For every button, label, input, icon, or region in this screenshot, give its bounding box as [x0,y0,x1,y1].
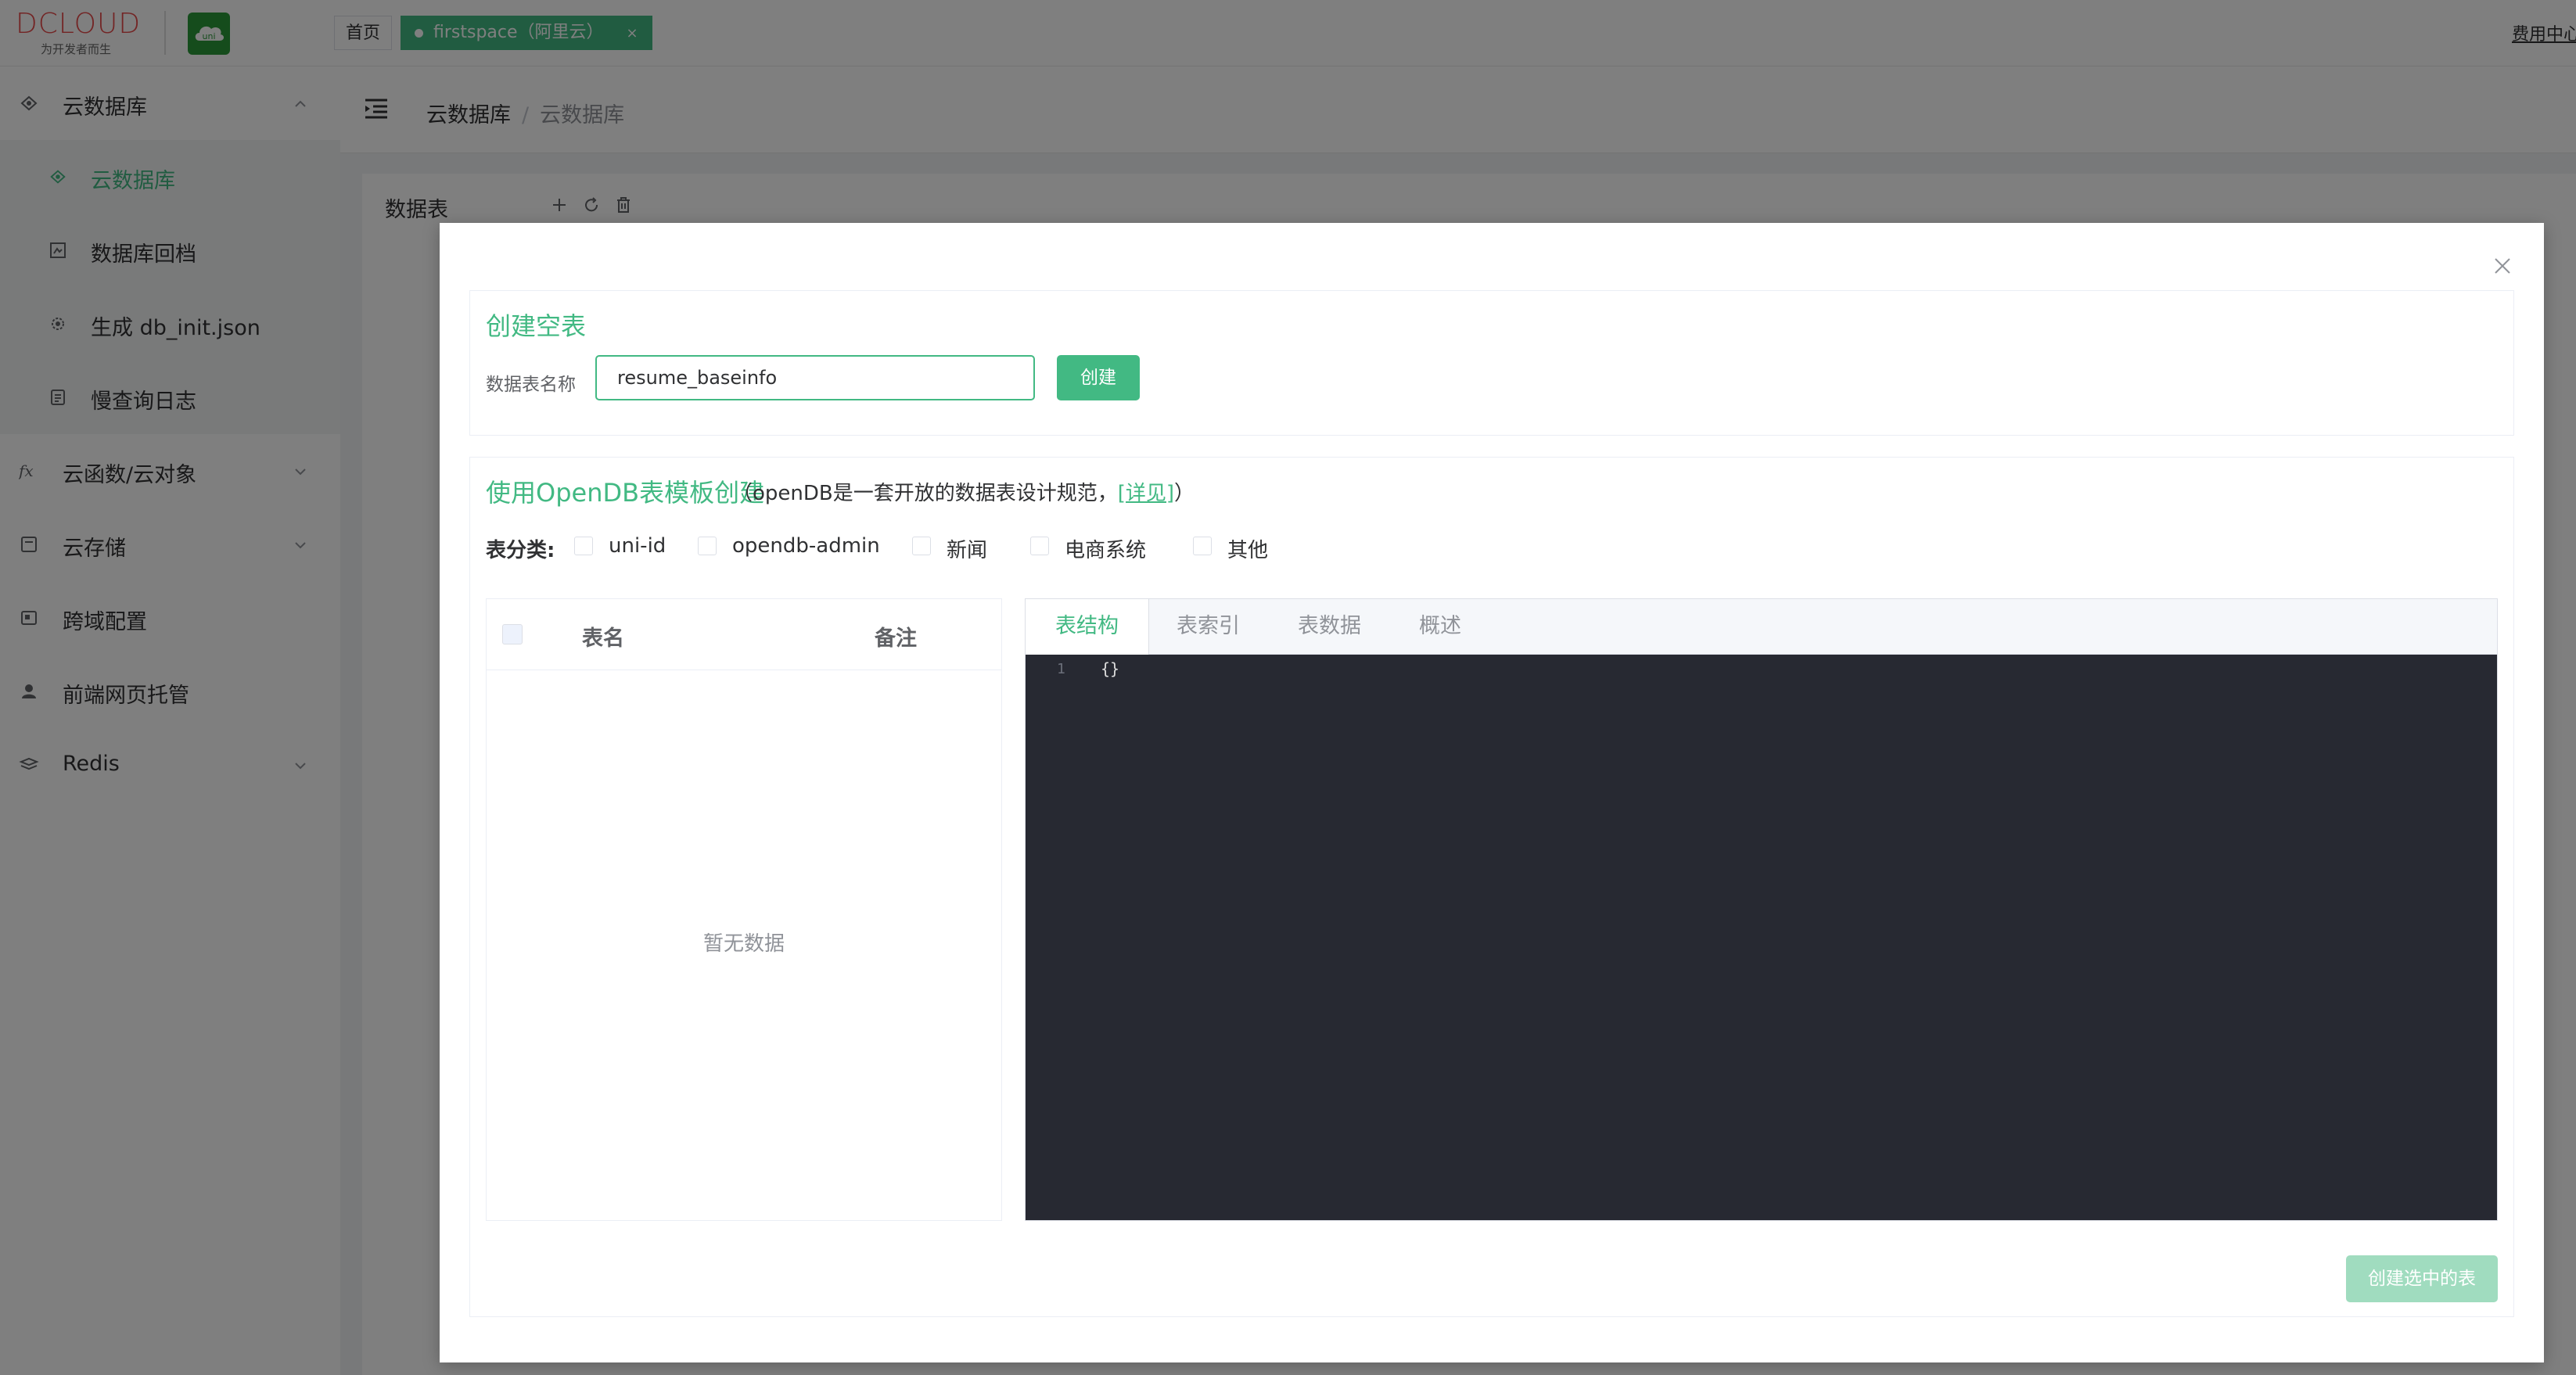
select-all-checkbox[interactable] [502,624,523,644]
opendb-note: （openDB是一套开放的数据表设计规范，[详见]） [732,477,1195,506]
column-header-note: 备注 [875,626,917,651]
create-selected-button[interactable]: 创建选中的表 [2346,1255,2498,1302]
create-button[interactable]: 创建 [1057,355,1140,400]
code-editor[interactable]: 1 {} [1026,655,2497,1220]
table-name-label: 数据表名称 [486,375,576,395]
tab-index[interactable]: 表索引 [1147,599,1270,654]
category-option-label: opendb-admin [732,534,880,558]
preview-tabs: 表结构 表索引 表数据 概述 [1026,599,2497,655]
tab-schema[interactable]: 表结构 [1026,599,1149,655]
table-name-input[interactable] [595,355,1035,400]
opendb-title: 使用OpenDB表模板创建 [486,478,765,508]
category-option-label: 其他 [1227,539,1269,562]
template-table-list: 表名 备注 暂无数据 [486,598,1002,1221]
table-header: 表名 备注 [487,599,1001,670]
detail-link[interactable]: [详见] [1118,482,1174,505]
category-option-label: uni-id [609,534,666,558]
tab-overview[interactable]: 概述 [1389,599,1491,654]
create-empty-title: 创建空表 [486,311,587,341]
code-content: {} [1101,659,1120,678]
opendb-note-end: ） [1174,482,1195,505]
close-icon[interactable] [2492,256,2513,276]
schema-preview: 表结构 表索引 表数据 概述 1 {} [1025,598,2498,1221]
line-number: 1 [1057,661,1065,677]
checkbox[interactable] [698,537,717,555]
empty-state: 暂无数据 [702,932,785,956]
category-option-label: 新闻 [947,539,988,562]
checkbox[interactable] [574,537,593,555]
checkbox[interactable] [1193,537,1212,555]
create-empty-section: 创建空表 数据表名称 创建 [469,290,2514,436]
category-label: 表分类: [486,539,555,562]
opendb-note-text: （openDB是一套开放的数据表设计规范， [732,482,1118,505]
create-table-dialog: 创建空表 数据表名称 创建 使用OpenDB表模板创建 （openDB是一套开放… [440,223,2544,1362]
column-header-name: 表名 [582,626,624,651]
checkbox[interactable] [1030,537,1049,555]
opendb-template-section: 使用OpenDB表模板创建 （openDB是一套开放的数据表设计规范，[详见]）… [469,457,2514,1317]
checkbox[interactable] [912,537,931,555]
tab-data[interactable]: 表数据 [1268,599,1391,654]
category-option-label: 电商系统 [1065,539,1147,562]
